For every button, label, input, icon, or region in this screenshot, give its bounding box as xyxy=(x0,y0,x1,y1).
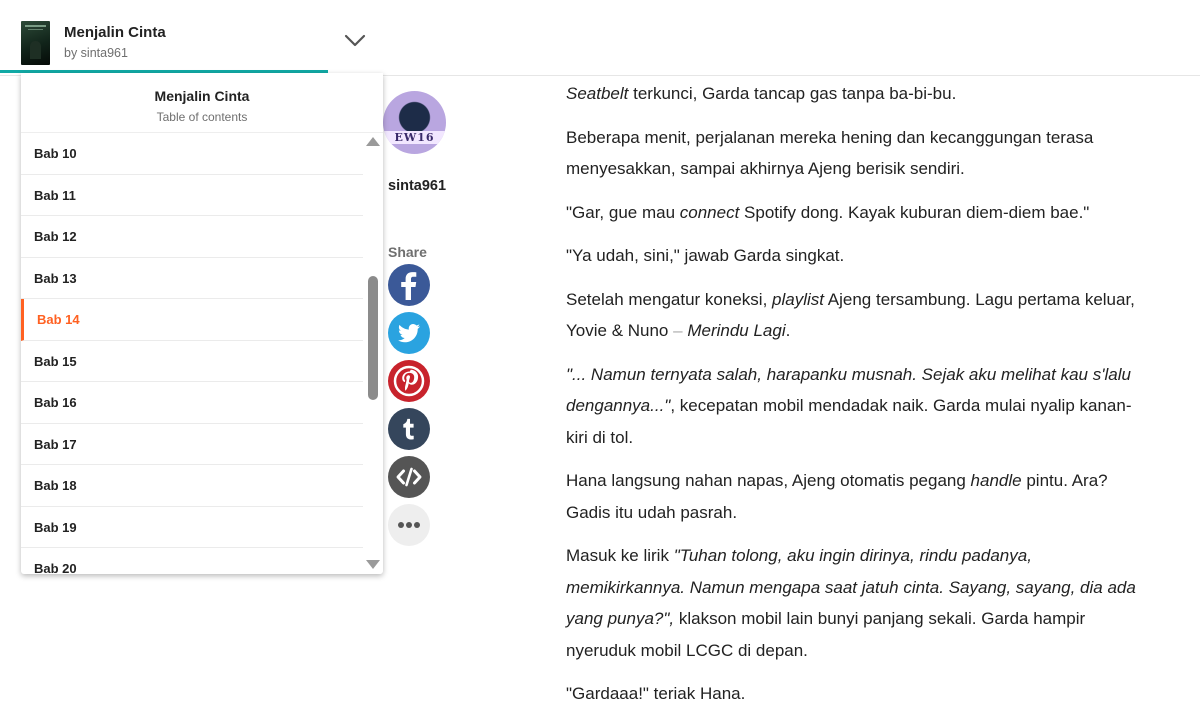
scroll-down-arrow-icon[interactable] xyxy=(366,560,380,569)
story-paragraph: "Gar, gue mau connect Spotify dong. Kaya… xyxy=(566,202,1090,222)
toc-item-label: Bab 14 xyxy=(37,312,80,327)
toc-item-label: Bab 12 xyxy=(34,229,77,244)
toc-item-bab-13[interactable]: Bab 13 xyxy=(21,258,363,299)
pinterest-icon xyxy=(388,360,430,402)
embed-icon xyxy=(388,456,430,498)
toc-item-bab-17[interactable]: Bab 17 xyxy=(21,424,363,465)
story-paragraph: "Gardaaa!" teriak Hana. xyxy=(566,684,746,703)
toc-item-bab-18[interactable]: Bab 18 xyxy=(21,465,363,507)
toc-item-bab-14-active[interactable]: Bab 14 xyxy=(21,299,363,341)
toc-item-label: Bab 19 xyxy=(34,519,77,535)
story-paragraph: Hana langsung nahan napas, Ajeng otomati… xyxy=(566,471,1108,522)
toc-item-bab-11[interactable]: Bab 11 xyxy=(21,175,363,216)
toc-item-bab-20[interactable]: Bab 20 xyxy=(21,548,363,574)
facebook-icon xyxy=(388,264,430,306)
story-title: Menjalin Cinta xyxy=(64,24,166,41)
toc-title: Menjalin Cinta xyxy=(154,88,250,104)
story-paragraph: Beberapa menit, perjalanan mereka hening… xyxy=(566,127,1094,179)
scroll-up-arrow-icon[interactable] xyxy=(366,137,380,146)
share-twitter-button[interactable] xyxy=(388,312,430,354)
chevron-up-icon[interactable] xyxy=(344,34,366,48)
toc-subtitle: Table of contents xyxy=(156,110,248,124)
toc-item-label: Bab 16 xyxy=(34,395,77,410)
toc-item-bab-12[interactable]: Bab 12 xyxy=(21,216,363,258)
author-name[interactable]: sinta961 xyxy=(388,178,446,194)
toc-item-bab-10[interactable]: Bab 10 xyxy=(21,133,363,175)
toc-item-bab-19[interactable]: Bab 19 xyxy=(21,507,363,548)
share-tumblr-button[interactable] xyxy=(388,408,430,450)
story-author: by sinta961 xyxy=(64,46,128,60)
author-avatar[interactable]: EW16 xyxy=(383,91,446,154)
toc-item-bab-15[interactable]: Bab 15 xyxy=(21,341,363,382)
story-paragraph: Seatbelt terkunci, Garda tancap gas tanp… xyxy=(566,84,957,103)
toc-item-label: Bab 10 xyxy=(34,146,77,161)
tumblr-icon xyxy=(388,408,430,450)
share-facebook-button[interactable] xyxy=(388,264,430,306)
toc-header: Menjalin Cinta Table of contents xyxy=(21,73,383,133)
story-paragraph: Setelah mengatur koneksi, playlist Ajeng… xyxy=(566,289,1135,341)
story-paragraph: Masuk ke lirik "Tuhan tolong, aku ingin … xyxy=(566,546,1136,660)
story-paragraph: "Ya udah, sini," jawab Garda singkat. xyxy=(566,246,845,265)
share-pinterest-button[interactable] xyxy=(388,360,430,402)
toc-item-label: Bab 18 xyxy=(34,478,77,493)
story-cover-image xyxy=(21,21,50,65)
avatar-text: EW16 xyxy=(383,131,446,144)
toc-item-label: Bab 13 xyxy=(34,270,77,286)
toc-item-label: Bab 15 xyxy=(34,353,77,369)
toc-scrollbar-thumb[interactable] xyxy=(368,276,378,400)
share-embed-button[interactable] xyxy=(388,456,430,498)
twitter-icon xyxy=(388,312,430,354)
story-picker-button[interactable]: Menjalin Cinta by sinta961 xyxy=(0,0,366,73)
more-icon xyxy=(388,504,430,546)
toc-list[interactable]: Bab 10 Bab 11 Bab 12 Bab 13 Bab 14 Bab 1… xyxy=(21,133,363,574)
toc-dropdown: Menjalin Cinta Table of contents Bab 10 … xyxy=(21,73,383,574)
story-text: Seatbelt terkunci, Garda tancap gas tanp… xyxy=(566,78,1136,715)
share-label: Share xyxy=(388,244,427,260)
toc-item-label: Bab 17 xyxy=(34,436,77,452)
share-more-button[interactable] xyxy=(388,504,430,546)
toc-item-bab-16[interactable]: Bab 16 xyxy=(21,382,363,424)
toc-item-label: Bab 11 xyxy=(34,187,76,203)
toc-item-label: Bab 20 xyxy=(34,561,77,574)
story-paragraph: "... Namun ternyata salah, harapanku mus… xyxy=(566,364,1132,447)
reader-header: Menjalin Cinta by sinta961 xyxy=(0,0,1200,76)
